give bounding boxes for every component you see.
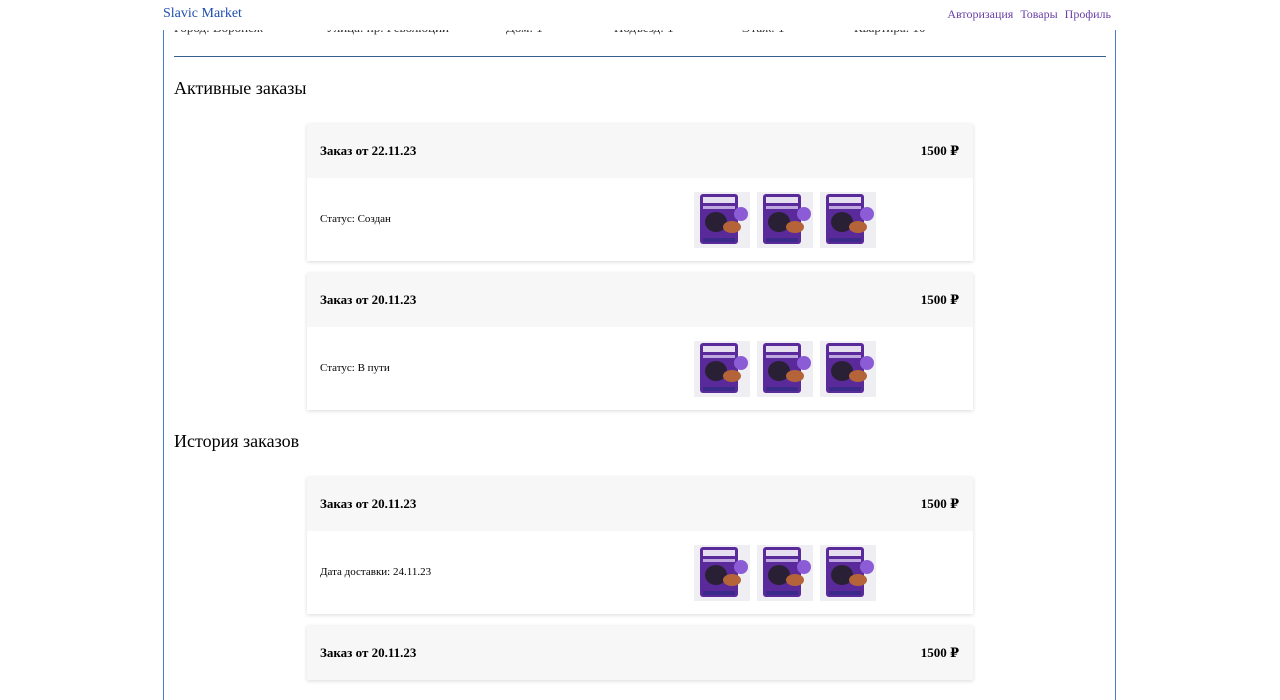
product-package-icon[interactable]	[694, 545, 750, 601]
nav-auth-link[interactable]: Авторизация	[947, 7, 1013, 22]
order-status: Статус: В пути	[320, 362, 390, 374]
order-card-header: Заказ от 20.11.23 1500 ₽	[307, 626, 973, 680]
order-card[interactable]: Заказ от 20.11.23 1500 ₽ Статус: В пути	[307, 273, 973, 410]
order-card-body: Статус: В пути	[307, 327, 973, 410]
order-price: 1500 ₽	[920, 645, 959, 660]
order-card[interactable]: Заказ от 22.11.23 1500 ₽ Статус: Создан	[307, 124, 973, 261]
order-price: 1500 ₽	[920, 143, 959, 158]
order-card-header: Заказ от 22.11.23 1500 ₽	[307, 124, 973, 178]
order-price: 1500 ₽	[920, 292, 959, 307]
product-package-icon[interactable]	[820, 545, 876, 601]
nav-products-link[interactable]: Товары	[1020, 7, 1057, 22]
product-package-icon[interactable]	[820, 341, 876, 397]
order-card-header: Заказ от 20.11.23 1500 ₽	[307, 477, 973, 531]
order-title: Заказ от 20.11.23	[320, 645, 417, 660]
order-thumbnails	[694, 341, 876, 397]
order-title: Заказ от 22.11.23	[320, 143, 417, 158]
order-title: Заказ от 20.11.23	[320, 292, 417, 307]
order-thumbnails	[694, 192, 876, 248]
divider	[174, 56, 1106, 57]
order-status: Статус: Создан	[320, 213, 391, 225]
order-card[interactable]: Заказ от 20.11.23 1500 ₽ Дата доставки: …	[307, 477, 973, 614]
nav-menu: Авторизация Товары Профиль	[947, 7, 1111, 22]
order-card-body: Статус: Создан	[307, 178, 973, 261]
order-delivery-date: Дата доставки: 24.11.23	[320, 566, 432, 578]
brand-link[interactable]: Slavic Market	[163, 6, 242, 22]
product-package-icon[interactable]	[757, 545, 813, 601]
product-package-icon[interactable]	[757, 341, 813, 397]
order-card[interactable]: Заказ от 20.11.23 1500 ₽	[307, 626, 973, 680]
order-card-header: Заказ от 20.11.23 1500 ₽	[307, 273, 973, 327]
product-package-icon[interactable]	[694, 192, 750, 248]
product-package-icon[interactable]	[820, 192, 876, 248]
order-title: Заказ от 20.11.23	[320, 496, 417, 511]
top-bar: Slavic Market Авторизация Товары Профиль	[0, 0, 1280, 30]
order-price: 1500 ₽	[920, 496, 959, 511]
order-thumbnails	[694, 545, 876, 601]
product-package-icon[interactable]	[694, 341, 750, 397]
active-orders-title: Активные заказы	[174, 78, 307, 98]
order-history-title: История заказов	[174, 431, 300, 451]
product-package-icon[interactable]	[757, 192, 813, 248]
order-card-body: Дата доставки: 24.11.23	[307, 531, 973, 614]
nav-profile-link[interactable]: Профиль	[1065, 7, 1111, 22]
